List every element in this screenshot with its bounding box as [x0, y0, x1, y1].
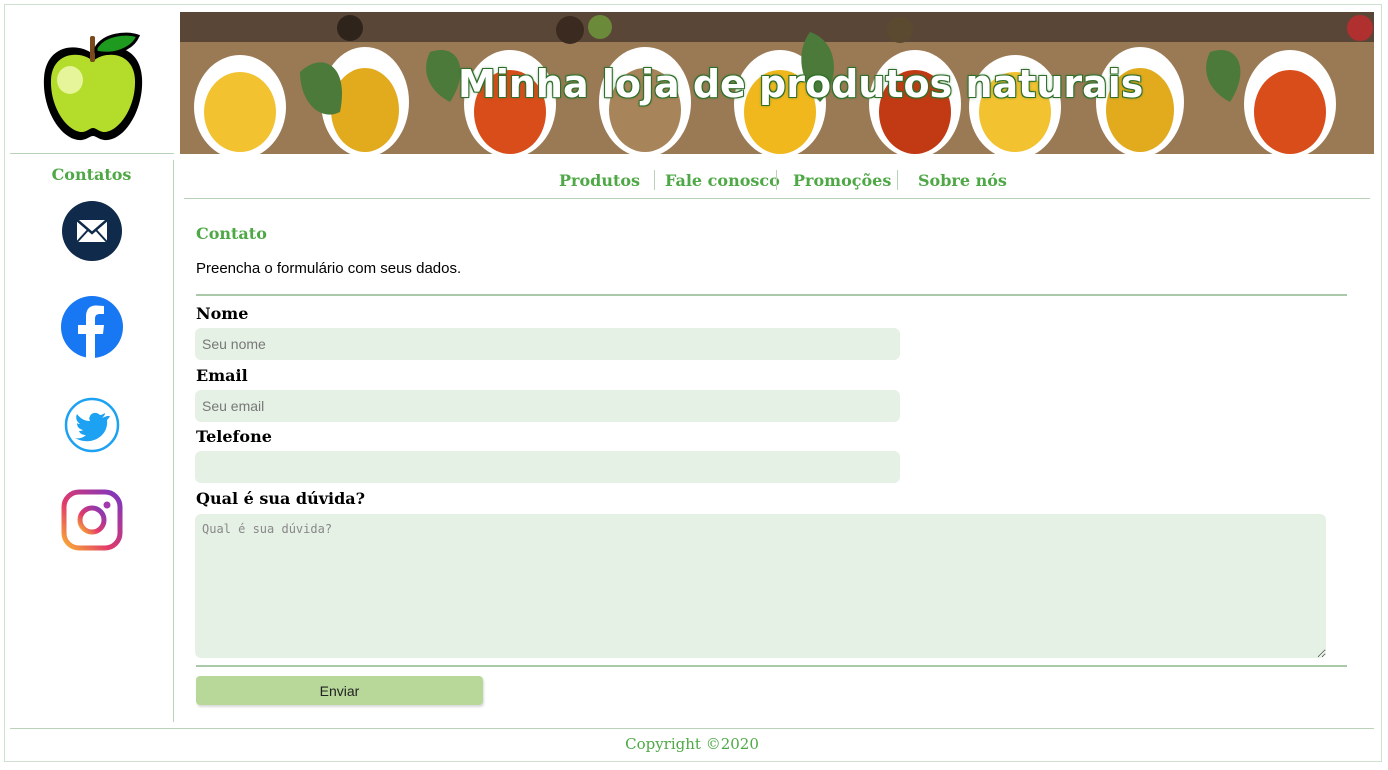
form-divider-top — [196, 294, 1347, 296]
submit-button[interactable]: Enviar — [196, 676, 483, 705]
main-nav: Produtos Fale conosco Promoções Sobre nó… — [184, 163, 1370, 199]
name-label: Nome — [196, 304, 249, 323]
mail-icon[interactable] — [61, 200, 123, 262]
instagram-icon[interactable] — [61, 489, 123, 551]
nav-item-sobre-nos[interactable]: Sobre nós — [918, 171, 1007, 190]
twitter-icon[interactable] — [61, 394, 123, 456]
nav-separator — [776, 170, 777, 190]
phone-label: Telefone — [196, 427, 272, 446]
sidebar-title: Contatos — [51, 165, 132, 184]
email-input[interactable] — [195, 390, 900, 422]
copyright-text: Copyright ©2020 — [625, 735, 759, 753]
nav-separator — [654, 170, 655, 190]
header-banner: Minha loja de produtos naturais — [180, 12, 1374, 154]
contacts-sidebar: Contatos — [10, 160, 174, 722]
nav-separator — [897, 170, 898, 190]
name-input[interactable] — [195, 328, 900, 360]
question-label: Qual é sua dúvida? — [196, 489, 366, 508]
email-label: Email — [196, 366, 248, 385]
nav-item-produtos[interactable]: Produtos — [559, 171, 640, 190]
nav-item-fale-conosco[interactable]: Fale conosco — [665, 171, 780, 190]
nav-item-promocoes[interactable]: Promoções — [793, 171, 891, 190]
form-intro: Preencha o formulário com seus dados. — [196, 260, 462, 277]
footer: Copyright ©2020 — [10, 728, 1374, 753]
question-textarea[interactable] — [195, 514, 1326, 658]
facebook-icon[interactable] — [61, 296, 123, 358]
logo[interactable] — [10, 12, 174, 154]
apple-logo-icon — [43, 32, 143, 141]
banner-title: Minha loja de produtos naturais — [458, 62, 1144, 106]
form-divider-bottom — [196, 665, 1347, 667]
section-title: Contato — [196, 224, 267, 243]
phone-input[interactable] — [195, 451, 900, 483]
